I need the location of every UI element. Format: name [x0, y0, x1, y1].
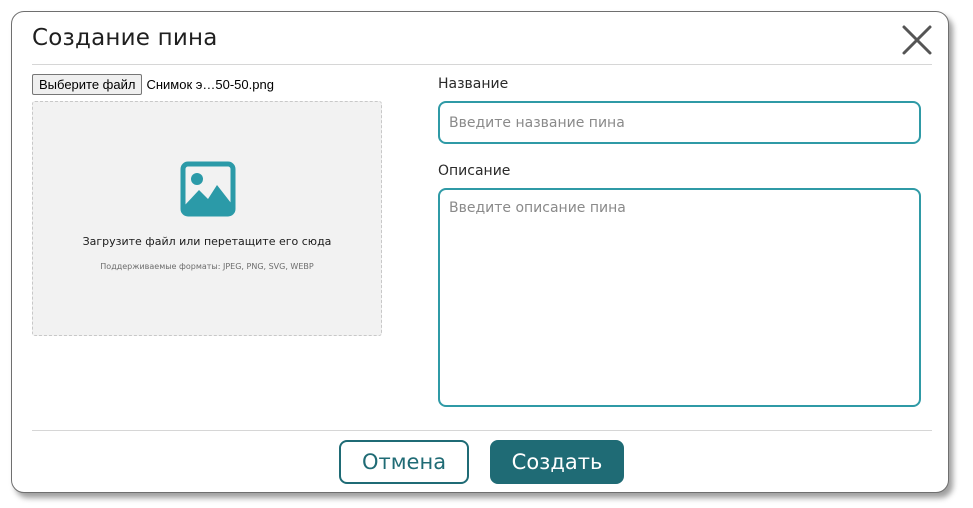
file-input: Выберите файл Снимок э…50-50.png: [32, 73, 274, 95]
footer-divider: [32, 430, 932, 431]
cancel-button[interactable]: Отмена: [339, 440, 469, 484]
dropzone-formats-hint: Поддерживаемые форматы: JPEG, PNG, SVG, …: [100, 262, 314, 271]
create-pin-modal: Создание пина Выберите файл Снимок э…50-…: [11, 11, 949, 493]
modal-title: Создание пина: [32, 25, 218, 51]
header-divider: [32, 64, 932, 65]
close-icon: [902, 25, 932, 55]
description-label: Описание: [438, 163, 511, 179]
pin-name-input[interactable]: [438, 101, 921, 144]
choose-file-button[interactable]: Выберите файл: [32, 73, 143, 95]
name-label: Название: [438, 76, 509, 92]
pin-description-input[interactable]: [438, 188, 921, 407]
image-dropzone[interactable]: Загрузите файл или перетащите его сюда П…: [32, 101, 382, 336]
dropzone-text: Загрузите файл или перетащите его сюда: [82, 235, 332, 248]
selected-file-name: Снимок э…50-50.png: [146, 76, 274, 92]
create-button[interactable]: Создать: [490, 440, 624, 484]
image-icon: [180, 161, 236, 217]
close-button[interactable]: [900, 23, 934, 57]
